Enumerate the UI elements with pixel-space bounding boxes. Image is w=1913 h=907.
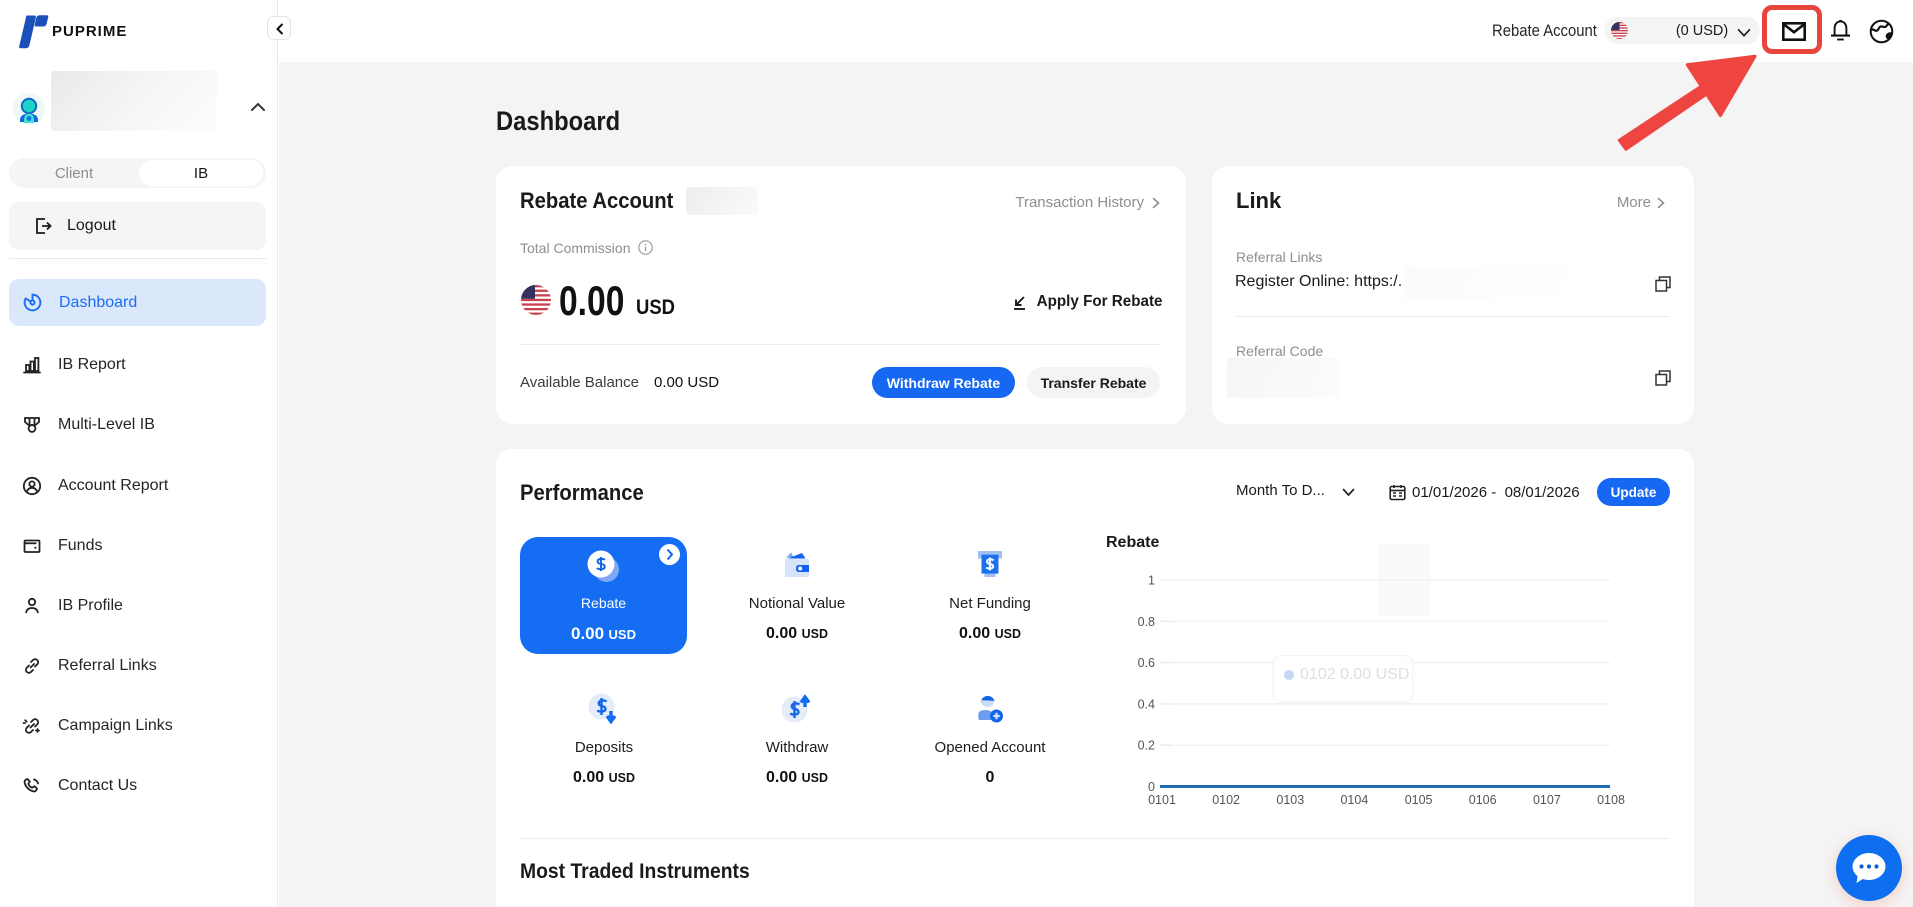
svg-text:0.4: 0.4 [1138,697,1155,711]
svg-text:0106: 0106 [1469,793,1497,807]
svg-text:0.8: 0.8 [1138,615,1155,629]
svg-text:0.2: 0.2 [1138,739,1155,753]
svg-text:0101: 0101 [1148,793,1176,807]
svg-text:0105: 0105 [1405,793,1433,807]
svg-text:1: 1 [1148,574,1155,588]
svg-text:0103: 0103 [1276,793,1304,807]
svg-text:0107: 0107 [1533,793,1561,807]
svg-text:0: 0 [1148,780,1155,794]
svg-text:0102: 0102 [1212,793,1240,807]
svg-text:0104: 0104 [1340,793,1368,807]
svg-text:0108: 0108 [1597,793,1625,807]
svg-text:0.6: 0.6 [1138,656,1155,670]
